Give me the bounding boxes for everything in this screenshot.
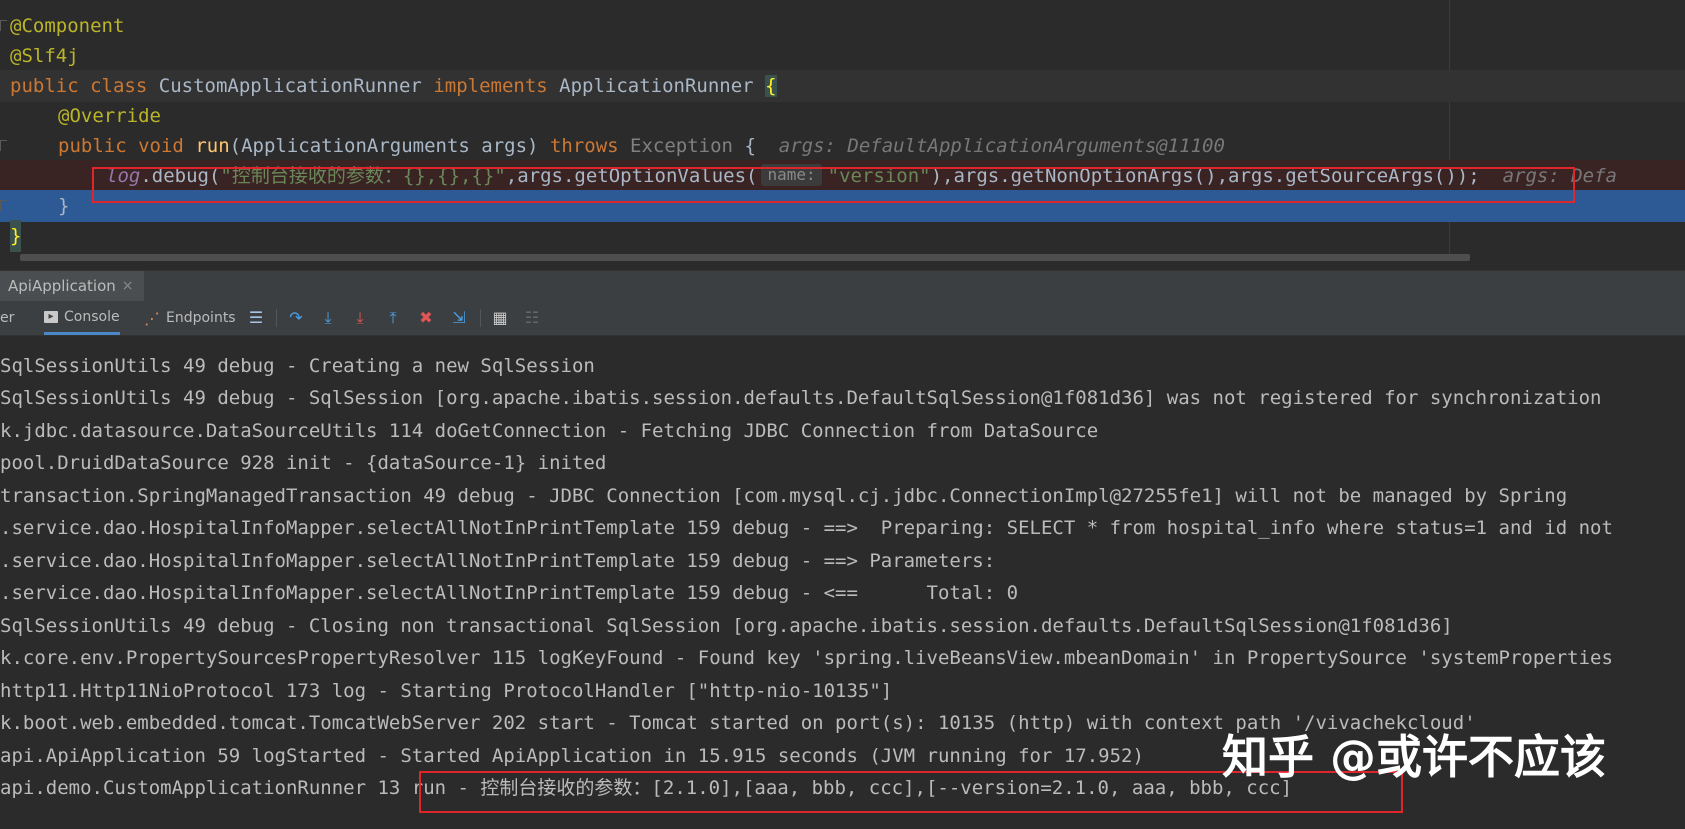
annotation-slf4j: @Slf4j	[10, 45, 79, 67]
run-tab-label: ApiApplication	[8, 277, 116, 295]
endpoints-icon: ⋰	[144, 308, 160, 328]
log-line: .service.dao.HospitalInfoMapper.selectAl…	[0, 550, 1007, 572]
inline-debug-value: args: DefaultApplicationArguments@11100	[778, 135, 1225, 157]
parameter-name-hint: name:	[761, 164, 822, 186]
debug-statement: log.debug("控制台接收的参数：{},{},{}",args.getOp…	[106, 164, 1617, 187]
log-line: pool.DruidDataSource 928 init - {dataSou…	[0, 452, 607, 474]
toolbar-separator	[276, 309, 277, 327]
code-editor[interactable]: @Component @Slf4j public class CustomApp…	[0, 0, 1685, 270]
annotation-override: @Override	[58, 105, 161, 127]
code-line-7[interactable]: }	[0, 190, 1685, 222]
annotation-component: @Component	[10, 15, 125, 37]
fold-marker[interactable]	[0, 140, 7, 151]
close-icon[interactable]: ×	[122, 278, 134, 294]
log-line: .service.dao.HospitalInfoMapper.selectAl…	[0, 582, 1019, 604]
run-tab-bar: ApiApplication ×	[0, 270, 1685, 302]
code-line-2[interactable]: @Slf4j	[0, 40, 1685, 72]
ide-window: @Component @Slf4j public class CustomApp…	[0, 0, 1685, 829]
toolbar-separator	[480, 309, 481, 327]
code-line-4[interactable]: @Override	[0, 100, 1685, 132]
log-line: SqlSessionUtils 49 debug - Closing non t…	[0, 615, 1453, 637]
log-line: .service.dao.HospitalInfoMapper.selectAl…	[0, 517, 1613, 539]
menu-icon[interactable]: ☰	[246, 308, 266, 328]
tab-endpoints-label: Endpoints	[166, 310, 236, 326]
code-line-1[interactable]: @Component	[0, 10, 1685, 42]
code-line-6[interactable]: log.debug("控制台接收的参数：{},{},{}",args.getOp…	[0, 160, 1685, 192]
drop-frame-icon[interactable]: ✖	[416, 308, 436, 328]
force-step-into-icon[interactable]: ⤓	[350, 308, 370, 328]
class-declaration: public class CustomApplicationRunner imp…	[10, 75, 777, 97]
interface-name: ApplicationRunner	[559, 75, 754, 97]
inline-debug-value: args: Defa	[1502, 165, 1617, 187]
tab-console[interactable]: ▸ Console	[44, 301, 120, 335]
method-name: run	[195, 135, 230, 157]
class-name: CustomApplicationRunner	[158, 75, 422, 97]
log-line: SqlSessionUtils 49 debug - Creating a ne…	[0, 355, 595, 377]
brace-open: {	[765, 75, 777, 97]
code-line-5[interactable]: public void run(ApplicationArguments arg…	[0, 130, 1685, 162]
step-over-icon[interactable]: ↷	[286, 308, 306, 328]
evaluate-icon[interactable]: ▦	[490, 308, 510, 328]
log-line: transaction.SpringManagedTransaction 49 …	[0, 485, 1568, 507]
log-line: http11.Http11NioProtocol 173 log - Start…	[0, 680, 893, 702]
step-out-icon[interactable]: ⤒	[383, 308, 403, 328]
horizontal-scrollbar[interactable]	[20, 254, 1470, 261]
watermark: 知乎 @或许不应该	[1222, 730, 1607, 784]
tab-debugger-partial[interactable]: er	[0, 301, 14, 335]
log-line: k.core.env.PropertySourcesPropertyResolv…	[0, 647, 1613, 669]
log-line: SqlSessionUtils 49 debug - SqlSession [o…	[0, 387, 1602, 409]
code-line-3[interactable]: public class CustomApplicationRunner imp…	[0, 70, 1685, 102]
code-line-8[interactable]: }	[0, 220, 1685, 252]
trace-icon[interactable]: ☷	[522, 308, 542, 328]
tab-console-label: Console	[64, 308, 120, 325]
tab-endpoints[interactable]: ⋰ Endpoints	[144, 301, 236, 335]
debug-toolbar: er ▸ Console ⋰ Endpoints ☰ ↷ ⤓ ⤓ ⤒ ✖ ⇲ ▦…	[0, 301, 1685, 336]
method-declaration: public void run(ApplicationArguments arg…	[58, 135, 1225, 157]
tab-api-application[interactable]: ApiApplication ×	[0, 271, 144, 301]
run-to-cursor-icon[interactable]: ⇲	[449, 308, 469, 328]
step-into-icon[interactable]: ⤓	[318, 308, 338, 328]
fold-marker[interactable]	[0, 20, 7, 31]
log-line: k.jdbc.datasource.DataSourceUtils 114 do…	[0, 420, 1099, 442]
brace-close-method: }	[58, 195, 70, 217]
execution-point-marker[interactable]	[0, 200, 7, 211]
console-icon: ▸	[44, 310, 58, 323]
brace-close-class: }	[10, 220, 22, 252]
